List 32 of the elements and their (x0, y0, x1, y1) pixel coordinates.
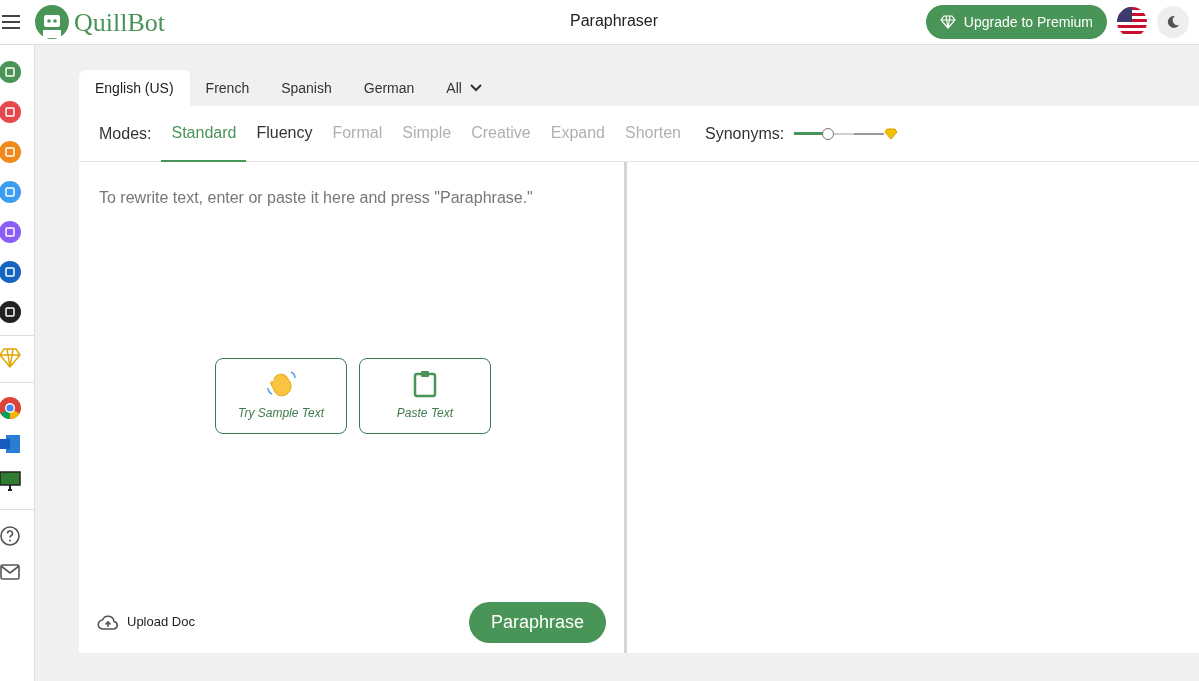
language-tab[interactable]: German (347, 70, 431, 106)
dark-mode-button[interactable] (1157, 6, 1189, 38)
monitor-icon[interactable] (0, 471, 21, 491)
browser-icon[interactable] (0, 397, 21, 419)
chevron-down-icon (469, 84, 482, 92)
synonyms-slider[interactable] (794, 126, 899, 141)
moon-icon (1166, 15, 1180, 29)
upload-doc-button[interactable]: Upload Doc (97, 612, 195, 632)
us-flag-icon[interactable] (1117, 7, 1147, 37)
paraphrase-button[interactable]: Paraphrase (468, 601, 606, 643)
logo-text: QuillBot (74, 6, 165, 39)
language-tab[interactable]: French (189, 70, 266, 106)
clipboard-icon (413, 370, 437, 398)
page-title: Paraphraser (570, 11, 659, 31)
slider-thumb[interactable] (822, 127, 835, 140)
synonyms-label: Synonyms: (705, 123, 785, 144)
language-tab[interactable]: All (430, 70, 498, 106)
diamond-icon (939, 15, 956, 29)
robot-logo-icon[interactable] (34, 4, 70, 40)
language-tab[interactable]: English (US) (79, 70, 190, 106)
sample-text-button[interactable]: Try Sample Text (215, 358, 347, 434)
mail-icon[interactable] (0, 564, 20, 580)
modes-label: Modes: (99, 123, 152, 144)
waving-hand-icon (265, 370, 297, 398)
help-icon[interactable] (0, 526, 20, 546)
upgrade-button[interactable]: Upgrade to Premium (925, 5, 1107, 39)
paste-text-button[interactable]: Paste Text (359, 358, 491, 434)
cloud-upload-icon (97, 614, 119, 630)
mode-tab[interactable]: Fluency (246, 105, 323, 162)
language-tab[interactable]: Spanish (265, 70, 348, 106)
diamond-icon (884, 127, 899, 140)
menu-icon[interactable] (2, 15, 20, 29)
